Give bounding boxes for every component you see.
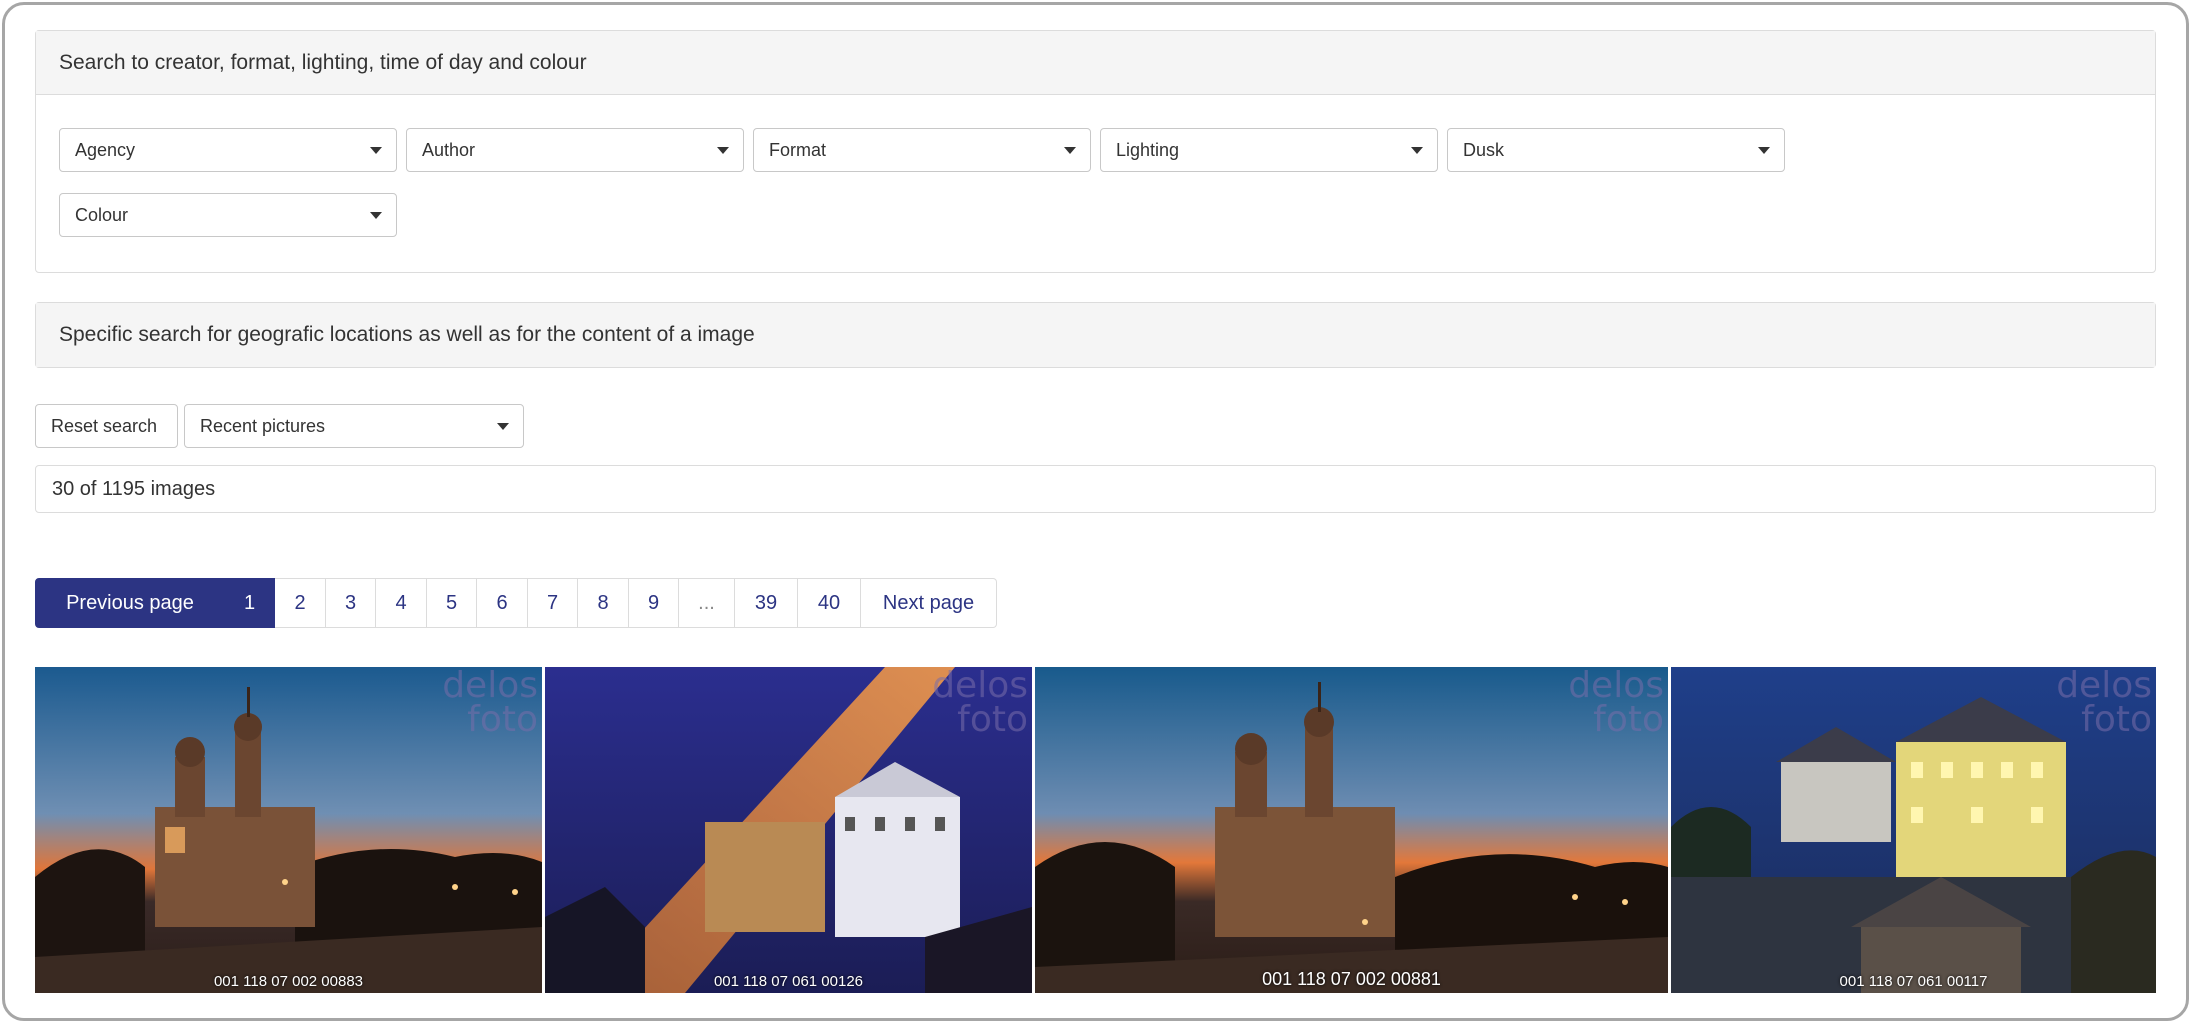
- pagination: Previous page 1 2 3 4 5 6 7 8 9 ... 39 4…: [35, 578, 997, 628]
- previous-page-button[interactable]: Previous page: [35, 578, 225, 628]
- results-count: 30 of 1195 images: [35, 465, 2156, 513]
- page-ellipsis: ...: [679, 578, 735, 628]
- chevron-down-icon: [1411, 147, 1423, 154]
- image-gallery: delos foto 001 118 07 002 00883 delos fo…: [35, 667, 2156, 993]
- agency-select[interactable]: Agency: [59, 128, 397, 172]
- author-select-value: Author: [422, 140, 476, 160]
- image-caption: 001 118 07 061 00126: [713, 973, 864, 990]
- colour-select[interactable]: Colour: [59, 193, 397, 237]
- page-2-button[interactable]: 2: [275, 578, 326, 628]
- image-thumbnail[interactable]: delos foto 001 118 07 002 00881: [1035, 667, 1668, 993]
- agency-select-value: Agency: [75, 140, 136, 160]
- time-of-day-select-value: Dusk: [1463, 140, 1505, 160]
- next-page-button[interactable]: Next page: [861, 578, 997, 628]
- page-7-button[interactable]: 7: [528, 578, 578, 628]
- format-select[interactable]: Format: [753, 128, 1091, 172]
- page-8-button[interactable]: 8: [578, 578, 629, 628]
- image-thumbnail[interactable]: delos foto 001 118 07 061 00126: [545, 667, 1032, 993]
- image-caption: 001 118 07 002 00883: [213, 973, 364, 990]
- image-caption: 001 118 07 002 00881: [1262, 969, 1441, 989]
- format-select-value: Format: [769, 140, 827, 160]
- page-40-button[interactable]: 40: [798, 578, 861, 628]
- page-9-button[interactable]: 9: [629, 578, 679, 628]
- time-of-day-select[interactable]: Dusk: [1447, 128, 1785, 172]
- watermark-line: foto: [467, 699, 538, 740]
- watermark: delos foto: [2056, 667, 2152, 740]
- page-5-button[interactable]: 5: [427, 578, 477, 628]
- author-select[interactable]: Author: [406, 128, 744, 172]
- sort-select[interactable]: Recent pictures: [184, 404, 524, 448]
- watermark-line: delos: [1568, 667, 1664, 706]
- location-search-panel-title[interactable]: Specific search for geografic locations …: [36, 303, 2155, 367]
- lighting-select-value: Lighting: [1116, 140, 1180, 160]
- image-thumbnail[interactable]: delos foto 001 118 07 061 00117: [1671, 667, 2156, 993]
- page-39-button[interactable]: 39: [735, 578, 798, 628]
- watermark-line: delos: [932, 667, 1028, 706]
- filter-panel: Search to creator, format, lighting, tim…: [35, 30, 2156, 273]
- image-caption: 001 118 07 061 00117: [1839, 973, 1988, 990]
- page-6-button[interactable]: 6: [477, 578, 528, 628]
- chevron-down-icon: [370, 212, 382, 219]
- sort-select-value: Recent pictures: [200, 416, 326, 436]
- chevron-down-icon: [1064, 147, 1076, 154]
- watermark-line: delos: [442, 667, 538, 706]
- lighting-select[interactable]: Lighting: [1100, 128, 1438, 172]
- page-1-button[interactable]: 1: [225, 578, 275, 628]
- colour-select-value: Colour: [75, 205, 129, 225]
- page-content: Search to creator, format, lighting, tim…: [35, 30, 2156, 993]
- chevron-down-icon: [497, 423, 509, 430]
- page-4-button[interactable]: 4: [376, 578, 427, 628]
- chevron-down-icon: [717, 147, 729, 154]
- filter-panel-body: Agency Author Format Lighting Dusk Colou…: [36, 95, 2155, 271]
- location-search-panel: Specific search for geografic locations …: [35, 302, 2156, 368]
- filter-panel-title[interactable]: Search to creator, format, lighting, tim…: [36, 31, 2155, 95]
- chevron-down-icon: [1758, 147, 1770, 154]
- watermark-line: foto: [1593, 699, 1664, 740]
- watermark: delos foto: [442, 667, 538, 740]
- chevron-down-icon: [370, 147, 382, 154]
- watermark: delos foto: [1568, 667, 1664, 740]
- window-frame: Search to creator, format, lighting, tim…: [2, 2, 2189, 1021]
- page-3-button[interactable]: 3: [326, 578, 376, 628]
- watermark: delos foto: [932, 667, 1028, 740]
- watermark-line: foto: [2081, 699, 2152, 740]
- watermark-line: foto: [957, 699, 1028, 740]
- reset-search-button[interactable]: Reset search: [35, 404, 178, 448]
- image-thumbnail[interactable]: delos foto 001 118 07 002 00883: [35, 667, 542, 993]
- watermark-line: delos: [2056, 667, 2152, 706]
